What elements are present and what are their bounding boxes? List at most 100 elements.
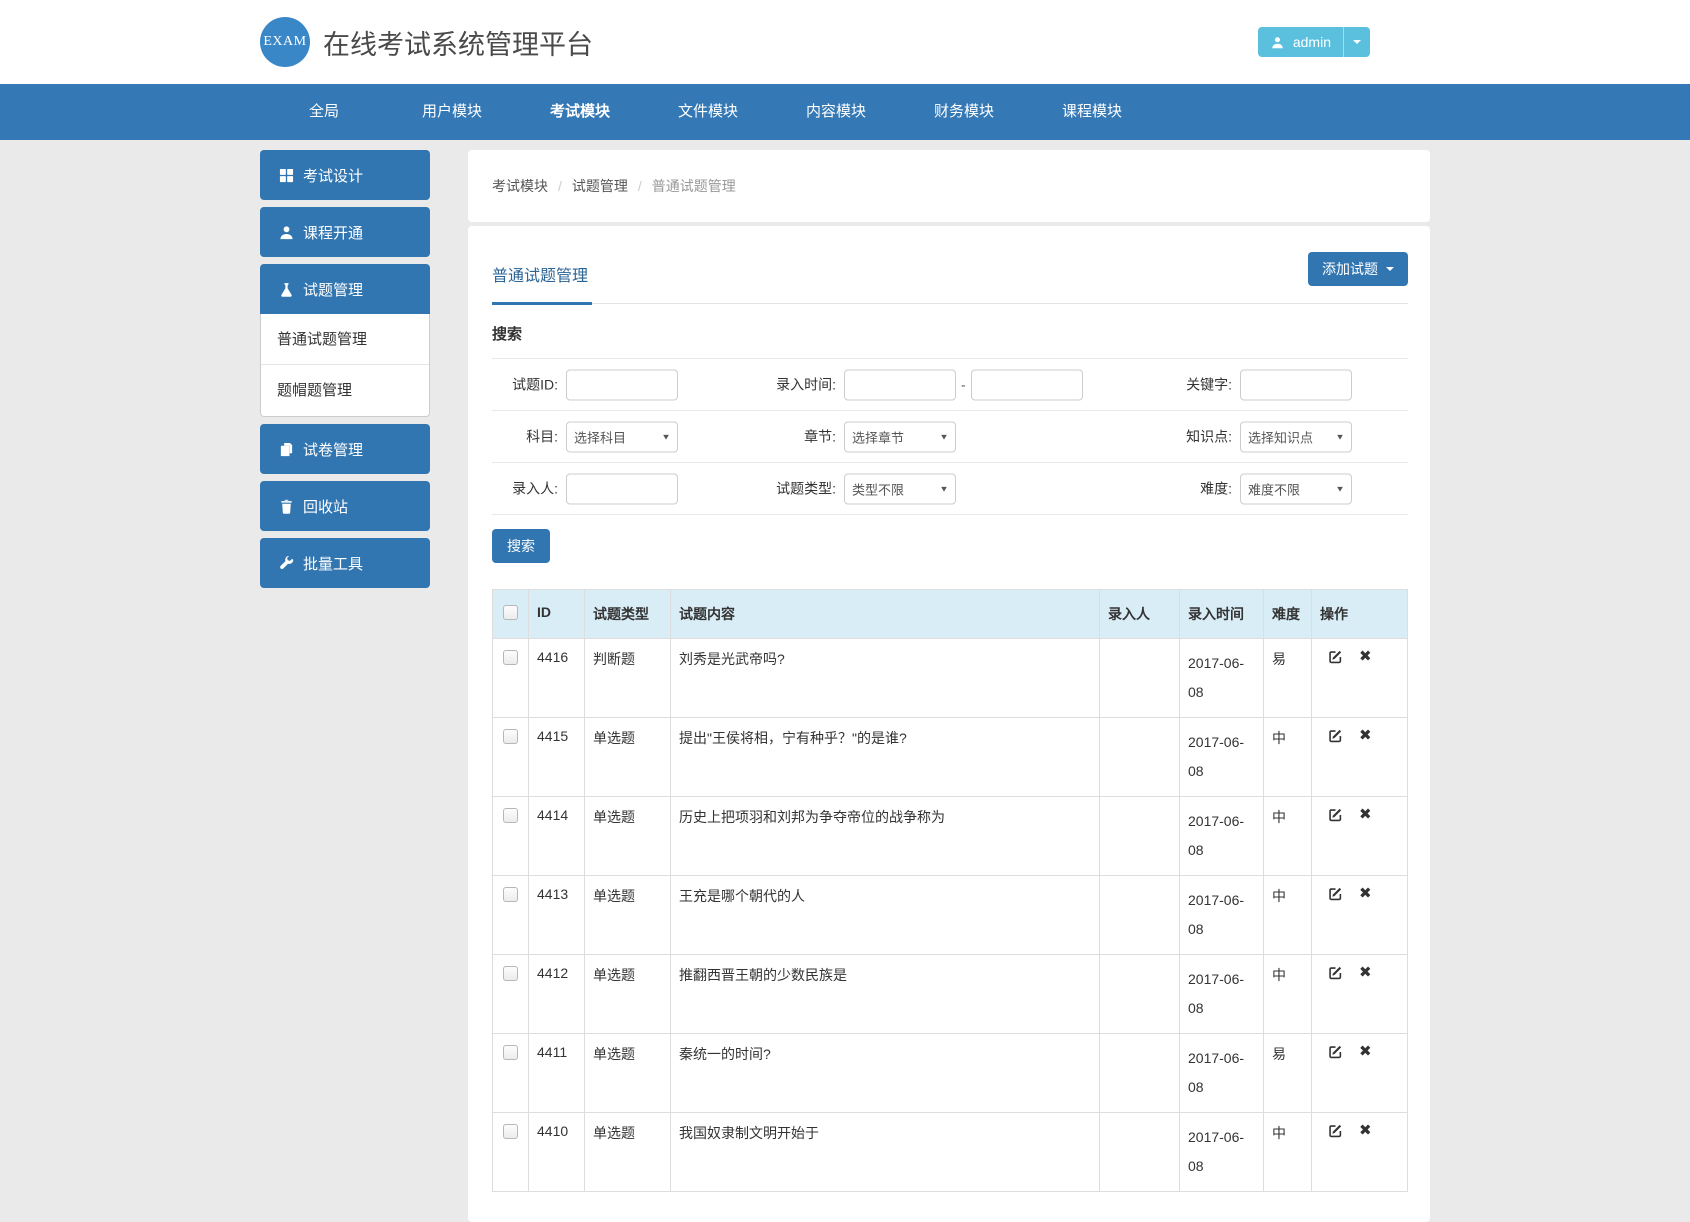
difficulty: 中 — [1264, 718, 1312, 797]
row-actions: ✖ — [1312, 797, 1408, 876]
delete-icon[interactable]: ✖ — [1359, 965, 1372, 980]
row-checkbox[interactable] — [503, 1045, 518, 1060]
delete-icon[interactable]: ✖ — [1359, 728, 1372, 743]
edit-icon[interactable] — [1328, 728, 1343, 743]
page-title: 在线考试系统管理平台 — [323, 23, 593, 62]
delete-icon[interactable]: ✖ — [1359, 1044, 1372, 1059]
user-dropdown-toggle[interactable] — [1343, 27, 1370, 57]
select-all-checkbox[interactable] — [503, 605, 518, 620]
row-checkbox[interactable] — [503, 650, 518, 665]
row-actions: ✖ — [1312, 876, 1408, 955]
subject-label: 科目: — [492, 427, 566, 447]
row-actions: ✖ — [1312, 639, 1408, 718]
sidebar-subitem-common-question-mgmt[interactable]: 普通试题管理 — [261, 314, 429, 365]
chapter-select[interactable]: 选择章节▼ — [844, 421, 956, 452]
edit-icon[interactable] — [1328, 1044, 1343, 1059]
difficulty-select[interactable]: 难度不限▼ — [1240, 473, 1352, 504]
breadcrumb-item[interactable]: 试题管理 — [572, 176, 628, 196]
breadcrumb-item[interactable]: 考试模块 — [492, 176, 548, 196]
sidebar-item-paper-mgmt[interactable]: 试卷管理 — [260, 424, 430, 474]
tab-common-question-mgmt[interactable]: 普通试题管理 — [492, 250, 592, 305]
row-checkbox[interactable] — [503, 729, 518, 744]
tab-label: 普通试题管理 — [492, 268, 588, 285]
search-button[interactable]: 搜索 — [492, 529, 550, 563]
nav-item-content-module[interactable]: 内容模块 — [772, 84, 900, 140]
main-nav: 全局用户模块考试模块文件模块内容模块财务模块课程模块 — [0, 84, 1690, 140]
row-checkbox[interactable] — [503, 1124, 518, 1139]
nav-item-user-module[interactable]: 用户模块 — [388, 84, 516, 140]
select-all-cell — [493, 590, 529, 639]
entry-person — [1100, 955, 1180, 1034]
row-checkbox-cell — [493, 1034, 529, 1113]
question-content: 推翻西晋王朝的少数民族是 — [671, 955, 1100, 1034]
sidebar-item-batch-tools[interactable]: 批量工具 — [260, 538, 430, 588]
breadcrumb: 考试模块/试题管理/普通试题管理 — [468, 150, 1430, 222]
sidebar-item-course-open[interactable]: 课程开通 — [260, 207, 430, 257]
content-area: 考试模块 / 试题管理 / 普通试题管理 普通试题管理 添加试题 搜索 试题ID: 录入时… — [468, 150, 1430, 1222]
nav-item-exam-module[interactable]: 考试模块 — [516, 84, 644, 140]
difficulty-label: 难度: — [1148, 479, 1240, 499]
delete-icon[interactable]: ✖ — [1359, 886, 1372, 901]
difficulty: 易 — [1264, 639, 1312, 718]
form-field-difficulty: 难度:难度不限▼ — [1148, 473, 1352, 504]
row-id: 4411 — [529, 1034, 585, 1113]
sidebar-item-question-mgmt[interactable]: 试题管理 — [260, 264, 430, 314]
row-checkbox[interactable] — [503, 966, 518, 981]
breadcrumb-separator: / — [558, 178, 562, 194]
question-id-input[interactable] — [566, 369, 678, 400]
nav-item-file-module[interactable]: 文件模块 — [644, 84, 772, 140]
row-checkbox-cell — [493, 639, 529, 718]
nav-item-global[interactable]: 全局 — [260, 84, 388, 140]
add-question-button[interactable]: 添加试题 — [1308, 252, 1408, 286]
row-checkbox-cell — [493, 797, 529, 876]
nav-item-finance-module[interactable]: 财务模块 — [900, 84, 1028, 140]
user-button[interactable]: admin — [1258, 27, 1343, 57]
edit-icon[interactable] — [1328, 965, 1343, 980]
table-row: 4410单选题我国奴隶制文明开始于2017-06-08中✖ — [493, 1113, 1408, 1192]
sidebar-item-recycle-bin[interactable]: 回收站 — [260, 481, 430, 531]
nav-item-course-module[interactable]: 课程模块 — [1028, 84, 1156, 140]
flask-icon — [278, 281, 294, 297]
keyword-input[interactable] — [1240, 369, 1352, 400]
selected-option: 难度不限 — [1248, 479, 1300, 498]
sidebar-subitem-cap-question-mgmt[interactable]: 题帽题管理 — [261, 365, 429, 416]
question-type-select[interactable]: 类型不限▼ — [844, 473, 956, 504]
delete-icon[interactable]: ✖ — [1359, 1123, 1372, 1138]
sidebar-item-exam-design[interactable]: 考试设计 — [260, 150, 430, 200]
row-id: 4414 — [529, 797, 585, 876]
question-type: 单选题 — [585, 1113, 671, 1192]
delete-icon[interactable]: ✖ — [1359, 807, 1372, 822]
breadcrumb-separator: / — [638, 178, 642, 194]
edit-icon[interactable] — [1328, 649, 1343, 664]
sidebar-item-label: 回收站 — [303, 496, 348, 517]
keyword-label: 关键字: — [1148, 375, 1240, 395]
table-row: 4413单选题王充是哪个朝代的人2017-06-08中✖ — [493, 876, 1408, 955]
edit-icon[interactable] — [1328, 807, 1343, 822]
sidebar-card: 试题管理普通试题管理题帽题管理 — [260, 264, 430, 417]
panel-header: 普通试题管理 添加试题 — [492, 250, 1408, 304]
edit-icon[interactable] — [1328, 886, 1343, 901]
column-header: 录入时间 — [1180, 590, 1264, 639]
difficulty: 易 — [1264, 1034, 1312, 1113]
row-checkbox-cell — [493, 876, 529, 955]
caret-down-icon — [1353, 40, 1361, 44]
delete-icon[interactable]: ✖ — [1359, 649, 1372, 664]
knowledge-point-select[interactable]: 选择知识点▼ — [1240, 421, 1352, 452]
entry-person-input[interactable] — [566, 473, 678, 504]
subject-select[interactable]: 选择科目▼ — [566, 421, 678, 452]
question-id-label: 试题ID: — [492, 375, 566, 395]
question-type-label: 试题类型: — [689, 479, 844, 499]
entry-person — [1100, 797, 1180, 876]
row-checkbox[interactable] — [503, 887, 518, 902]
edit-icon[interactable] — [1328, 1123, 1343, 1138]
table-row: 4416判断题刘秀是光武帝吗?2017-06-08易✖ — [493, 639, 1408, 718]
form-field-question-id: 试题ID: — [492, 369, 678, 400]
search-form-row: 科目:选择科目▼章节:选择章节▼知识点:选择知识点▼ — [492, 411, 1408, 463]
row-checkbox[interactable] — [503, 808, 518, 823]
trash-icon — [278, 498, 294, 514]
entry-time-end-input[interactable] — [971, 369, 1083, 400]
entry-time-start-input[interactable] — [844, 369, 956, 400]
user-icon — [1270, 34, 1286, 50]
question-type: 单选题 — [585, 797, 671, 876]
row-checkbox-cell — [493, 718, 529, 797]
